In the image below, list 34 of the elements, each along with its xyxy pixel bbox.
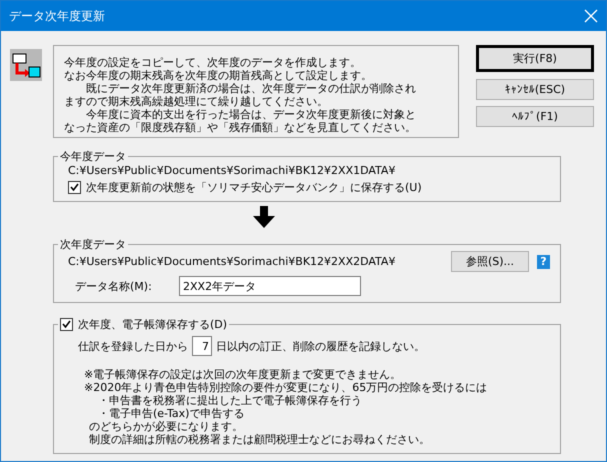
checkbox-label[interactable]: 次年度、電子帳簿保存する(D) — [78, 317, 228, 332]
info-text: ますので期末残高繰越処理にて繰り越してください。 — [64, 95, 329, 108]
note-text: ※電子帳簿保存の設定は次回の次年度更新まで変更できません。 — [84, 368, 402, 381]
checkbox-label[interactable]: 次年度更新前の状態を「ソリマチ安心データバンク」に保存する(U) — [86, 180, 422, 195]
setting-text: 日以内の訂正、削除の履歴を記録しない。 — [216, 338, 425, 354]
help-icon[interactable]: ? — [537, 254, 550, 268]
field-label: データ名称(M): — [75, 278, 153, 294]
checkbox[interactable] — [60, 318, 73, 331]
info-text: 今年度に資本的支出を行った場合は、データ次年度更新後に対象と — [85, 108, 417, 121]
close-icon[interactable] — [584, 9, 598, 23]
dialog-button[interactable]: ｷｬﾝｾﾙ(ESC) — [476, 79, 594, 100]
path-text: C:¥Users¥Public¥Documents¥Sorimachi¥BK12¥2XX1DATA¥ — [68, 163, 396, 178]
note-text: ・申告書を税務署に提出した上で電子帳簿保存を行う — [97, 394, 363, 407]
info-text: なった資産の「限度残存額」や「残存価額」などを見直してください。 — [64, 121, 417, 134]
window-title: データ次年度更新 — [9, 8, 105, 24]
info-text: 今年度の設定をコピーして、次年度のデータを作成します。 — [64, 56, 362, 69]
note-text: ※2020年より青色申告特別控除の要件が変更になり、65万円の控除を受けるには — [84, 381, 488, 394]
folder-copy-icon — [10, 49, 42, 81]
group-title: 次年度データ — [59, 238, 127, 251]
browse-button[interactable]: 参照(S)... — [451, 251, 529, 272]
group-title: 今年度データ — [59, 150, 127, 163]
info-text: 既にデータ次年度更新済の場合は、次年度データの仕訳が削除され — [85, 82, 417, 95]
note-text: ・電子申告(e-Tax)で申告する — [97, 407, 246, 420]
down-arrow-icon — [253, 206, 275, 228]
checkbox[interactable] — [68, 181, 81, 194]
days-field[interactable]: 7 — [192, 336, 212, 356]
note-text: 制度の詳細は所轄の税務署または顧問税理士などにお尋ねください。 — [88, 433, 431, 446]
info-text: なお今年度の期末残高を次年度の期首残高として設定します。 — [64, 69, 373, 82]
note-text: のどちらかが必要になります。 — [88, 420, 244, 433]
data-name-field[interactable]: 2XX2年データ — [179, 276, 361, 296]
dialog-button[interactable]: ﾍﾙﾌﾟ(F1) — [476, 106, 594, 127]
dialog-button[interactable]: 実行(F8) — [476, 45, 594, 72]
path-text: C:¥Users¥Public¥Documents¥Sorimachi¥BK12¥2XX2DATA¥ — [68, 254, 396, 269]
setting-text: 仕訳を登録した日から — [78, 338, 188, 354]
